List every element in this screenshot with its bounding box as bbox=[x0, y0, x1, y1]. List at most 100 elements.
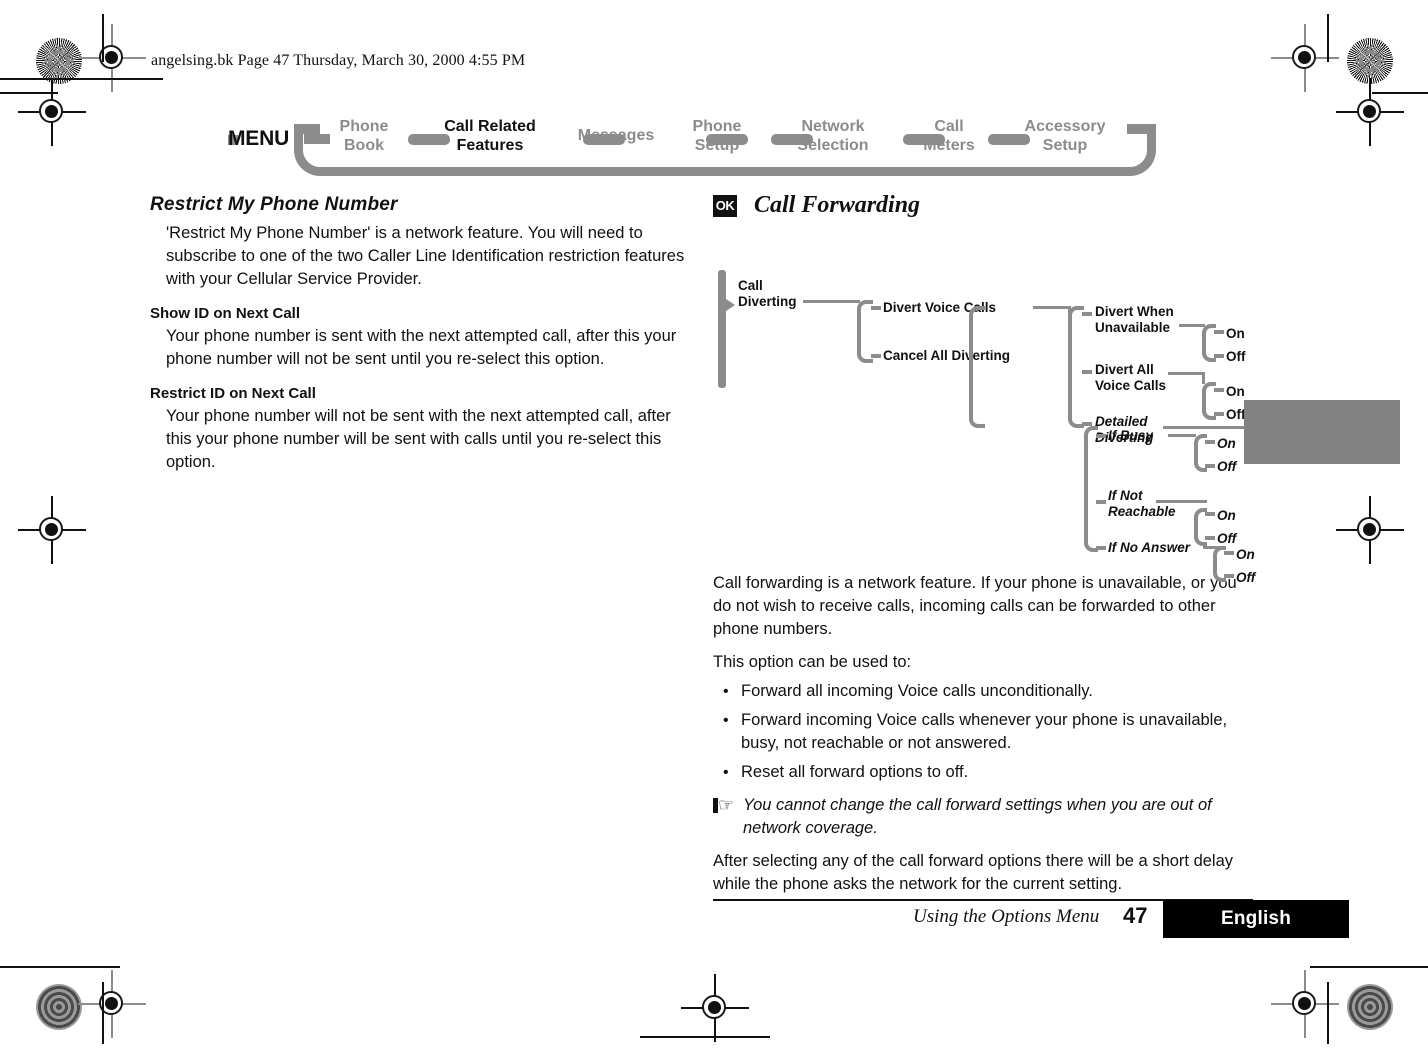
chapter-thumb-tab bbox=[1244, 400, 1400, 464]
nav-item-call-meters[interactable]: Call Meters bbox=[896, 117, 1002, 155]
footer-language-label: English bbox=[1220, 908, 1291, 929]
right-column: OK Call Forwarding Call Diverting Divert… bbox=[713, 192, 1273, 898]
tree-connector-davc-drop bbox=[1202, 372, 1205, 384]
coverage-note: ☞ You cannot change the call forward set… bbox=[713, 794, 1253, 840]
nav-item-accessory-setup[interactable]: Accessory Setup bbox=[1003, 117, 1127, 155]
tree-label-ifbusy-off: Off bbox=[1217, 459, 1237, 474]
tree-label-dwu-on: On bbox=[1226, 326, 1245, 341]
crop-mark-left-upper-horizontal bbox=[0, 92, 58, 94]
tree-label-if-not-reachable: If Not Reachable bbox=[1108, 488, 1176, 519]
crop-mark-bottom-right-horizontal bbox=[1310, 966, 1428, 968]
subheading-show-id-on-next-call: Show ID on Next Call bbox=[150, 305, 301, 322]
tree-tick-ifnr-on bbox=[1205, 512, 1215, 516]
footer-language-badge: English bbox=[1163, 900, 1349, 938]
tree-label-ifbusy-on: On bbox=[1217, 436, 1236, 451]
tree-tick-ifbusy-on bbox=[1205, 440, 1215, 444]
left-column: Restrict My Phone Number 'Restrict My Ph… bbox=[150, 194, 692, 476]
tree-tick-l2-a bbox=[1082, 312, 1092, 316]
tree-tick-l1-a bbox=[871, 306, 881, 310]
tree-tick-ifna-off bbox=[1224, 574, 1234, 578]
footer-page-number: 47 bbox=[1123, 903, 1148, 928]
tree-label-ifnr-off: Off bbox=[1217, 531, 1237, 546]
tree-connector-root-to-l1 bbox=[803, 300, 860, 303]
menu-breadcrumb-ribbon: MENU Phone Book Call Related Features Me… bbox=[228, 104, 1163, 182]
tree-connector-l1-to-l2 bbox=[1033, 306, 1071, 309]
list-item: Forward incoming Voice calls whenever yo… bbox=[713, 709, 1253, 755]
registration-target-top-left bbox=[78, 24, 146, 92]
ok-key-icon: OK bbox=[713, 195, 737, 217]
tree-brace-level3 bbox=[1084, 426, 1098, 552]
tree-tick-l3-b bbox=[1096, 500, 1106, 504]
crop-mark-top-left-vertical bbox=[102, 14, 104, 62]
subheading-restrict-id-on-next-call: Restrict ID on Next Call bbox=[150, 385, 316, 402]
page-title-restrict-my-phone-number: Restrict My Phone Number bbox=[150, 194, 398, 215]
nav-ribbon-top-right-cap bbox=[1127, 124, 1156, 134]
list-item: Forward all incoming Voice calls uncondi… bbox=[713, 680, 1253, 703]
tree-label-davc-off: Off bbox=[1226, 407, 1246, 422]
crop-mark-bottom-left-vertical bbox=[102, 982, 104, 1044]
tree-connector-ifbusy bbox=[1168, 434, 1196, 437]
restrict-intro-paragraph: 'Restrict My Phone Number' is a network … bbox=[166, 224, 685, 288]
tree-label-davc-on: On bbox=[1226, 384, 1245, 399]
tree-label-ifnr-on: On bbox=[1217, 508, 1236, 523]
tree-tick-ifbusy-off bbox=[1205, 464, 1215, 468]
tree-tick-ifnr-off bbox=[1205, 536, 1215, 540]
crop-mark-bottom-center bbox=[640, 1036, 770, 1038]
call-diverting-menu-tree: Call Diverting Divert Voice Calls Cancel… bbox=[713, 230, 1273, 585]
tree-label-divert-when-unavailable: Divert When Unavailable bbox=[1095, 304, 1174, 335]
page-title-call-forwarding: Call Forwarding bbox=[754, 192, 921, 218]
tree-tick-davc-off bbox=[1214, 412, 1224, 416]
coverage-note-text: You cannot change the call forward setti… bbox=[743, 796, 1212, 837]
registration-target-bottom-left bbox=[78, 970, 146, 1038]
tree-label-divert-all-voice-calls: Divert All Voice Calls bbox=[1095, 362, 1167, 393]
registration-target-left-upper bbox=[18, 78, 86, 146]
tree-root-arrow bbox=[726, 299, 735, 311]
crop-mark-top-right-vertical bbox=[1327, 14, 1329, 62]
slug-rule bbox=[0, 78, 163, 80]
nav-ribbon-top-left-cap bbox=[294, 124, 320, 134]
nav-item-network-selection[interactable]: Network Selection bbox=[766, 117, 900, 155]
tree-label-cancel-all-diverting: Cancel All Diverting bbox=[883, 348, 1011, 363]
registration-target-top-right bbox=[1271, 24, 1339, 92]
tree-label-ifna-on: On bbox=[1236, 547, 1255, 562]
show-id-body: Your phone number is sent with the next … bbox=[166, 327, 677, 368]
call-forwarding-paragraph-3: After selecting any of the call forward … bbox=[713, 852, 1234, 893]
call-forwarding-paragraph-2: This option can be used to: bbox=[713, 653, 912, 671]
tree-tick-ifna-on bbox=[1224, 551, 1234, 555]
crop-mark-bottom-right-vertical bbox=[1327, 982, 1329, 1044]
tree-tick-l3-c bbox=[1096, 546, 1106, 550]
tree-tick-l1-b bbox=[871, 354, 881, 358]
registration-starburst-bottom-left bbox=[36, 984, 82, 1030]
tree-connector-dwu bbox=[1179, 324, 1205, 327]
tree-connector-davc bbox=[1168, 372, 1205, 375]
tree-label-dwu-off: Off bbox=[1226, 349, 1246, 364]
registration-target-bottom-right bbox=[1271, 970, 1339, 1038]
tree-label-call-diverting: Call Diverting bbox=[738, 278, 797, 309]
crop-mark-right-upper-horizontal bbox=[1372, 92, 1428, 94]
list-item: Reset all forward options to off. bbox=[713, 761, 1253, 784]
nav-item-phone-book[interactable]: Phone Book bbox=[325, 117, 403, 155]
tree-brace-level2b bbox=[1068, 306, 1084, 428]
registration-target-bottom-center bbox=[681, 974, 749, 1042]
registration-target-right-lower bbox=[1336, 496, 1404, 564]
call-forwarding-heading-row: OK Call Forwarding bbox=[713, 192, 1253, 226]
file-slug: angelsing.bk Page 47 Thursday, March 30,… bbox=[151, 52, 526, 69]
tree-tick-davc-on bbox=[1214, 388, 1224, 392]
tree-tick-dwu-off bbox=[1214, 354, 1224, 358]
crop-mark-bottom-left-horizontal bbox=[0, 966, 120, 968]
footer-section-title: Using the Options Menu bbox=[913, 906, 1100, 927]
pointing-hand-icon: ☞ bbox=[713, 794, 734, 817]
menu-label: MENU bbox=[228, 127, 290, 150]
tree-tick-l2-b bbox=[1082, 370, 1092, 374]
tree-connector-ifnr bbox=[1156, 500, 1207, 503]
nav-item-phone-setup[interactable]: Phone Setup bbox=[666, 117, 768, 155]
tree-label-ifna-off: Off bbox=[1236, 570, 1256, 585]
tree-label-divert-voice-calls: Divert Voice Calls bbox=[883, 300, 997, 315]
tree-brace-level2 bbox=[969, 306, 985, 428]
registration-starburst-bottom-right bbox=[1347, 984, 1393, 1030]
tree-tick-dwu-on bbox=[1214, 330, 1224, 334]
restrict-id-body: Your phone number will not be sent with … bbox=[166, 407, 671, 471]
registration-target-right-upper bbox=[1336, 78, 1404, 146]
tree-root-bar bbox=[718, 270, 726, 388]
registration-target-left-lower bbox=[18, 496, 86, 564]
